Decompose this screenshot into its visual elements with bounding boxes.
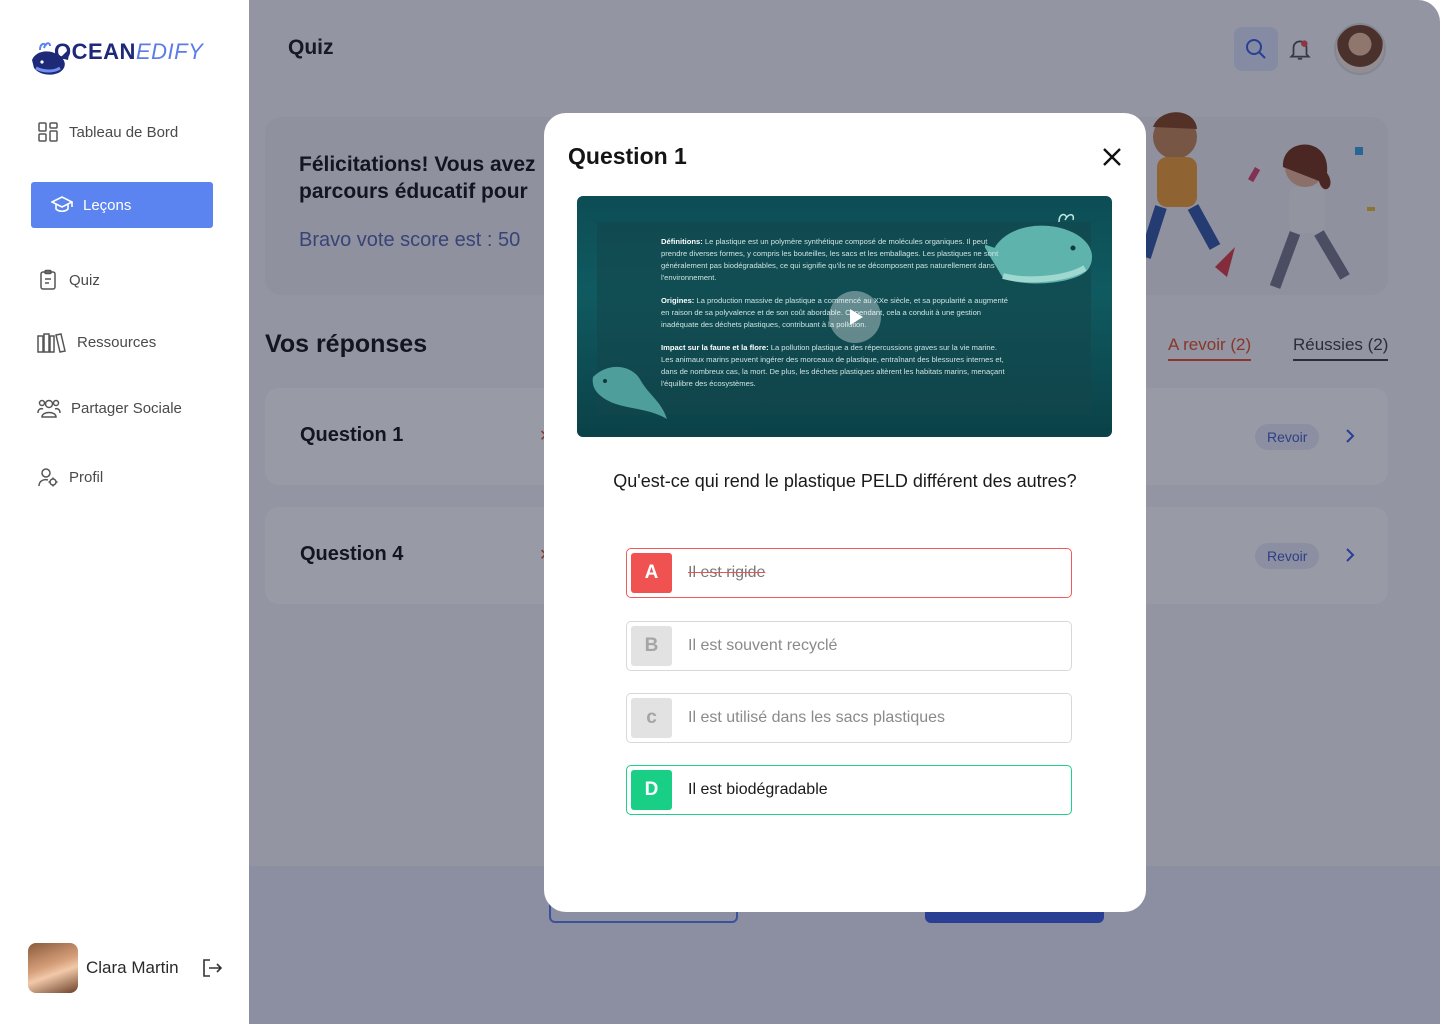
- user-settings-icon: [38, 468, 58, 487]
- play-button[interactable]: [829, 291, 881, 343]
- play-icon: [850, 309, 863, 325]
- option-text: Il est biodégradable: [688, 781, 828, 798]
- lesson-video[interactable]: Définitions: Le plastique est un polymèr…: [577, 196, 1112, 437]
- close-icon[interactable]: [1100, 145, 1124, 169]
- avatar: [28, 943, 78, 993]
- ocean-edify-logo[interactable]: OCEANEDIFY: [30, 32, 203, 84]
- sidebar-item-lecons[interactable]: Leçons: [31, 182, 213, 228]
- option-letter: c: [631, 698, 672, 738]
- sidebar-item-quiz[interactable]: Quiz: [31, 257, 213, 303]
- logo-text: OCEANEDIFY: [54, 39, 203, 65]
- sidebar-item-label: Ressources: [77, 333, 157, 351]
- logo-text-edify: EDIFY: [135, 39, 204, 64]
- sidebar-item-dashboard[interactable]: Tableau de Bord: [31, 109, 213, 155]
- clipboard-icon: [40, 269, 56, 290]
- option-letter: B: [631, 626, 672, 666]
- answer-option-c[interactable]: c Il est utilisé dans les sacs plastique…: [626, 693, 1072, 743]
- dashboard-icon: [38, 122, 58, 142]
- video-paragraph: Impact sur la faune et la flore: La poll…: [661, 342, 1011, 390]
- sidebar: OCEANEDIFY Tableau de Bord Leçons Quiz R…: [0, 0, 249, 1024]
- answer-option-a[interactable]: A Il est rigide: [626, 548, 1072, 598]
- question-text: Qu'est-ce qui rend le plastique PELD dif…: [613, 471, 1077, 491]
- video-paragraph: Définitions: Le plastique est un polymèr…: [661, 236, 1011, 284]
- video-paragraph-title: Impact sur la faune et la flore:: [661, 343, 769, 352]
- users-icon: [37, 399, 61, 418]
- manta-ray-illustration-icon: [592, 366, 667, 419]
- graduation-cap-icon: [51, 196, 73, 213]
- option-letter: D: [631, 770, 672, 810]
- sidebar-item-label: Tableau de Bord: [69, 123, 179, 141]
- option-text: Il est utilisé dans les sacs plastiques: [688, 709, 946, 726]
- user-profile[interactable]: Clara Martin: [28, 943, 179, 993]
- sidebar-item-partager-sociale[interactable]: Partager Sociale: [31, 385, 231, 431]
- answer-option-b[interactable]: B Il est souvent recyclé: [626, 621, 1072, 671]
- sidebar-item-label: Leçons: [83, 196, 132, 214]
- sidebar-item-label: Quiz: [69, 271, 100, 289]
- books-icon: [37, 333, 66, 353]
- option-letter: A: [631, 553, 672, 593]
- answer-option-d[interactable]: D Il est biodégradable: [626, 765, 1072, 815]
- sidebar-item-label: Profil: [69, 468, 104, 486]
- option-text: Il est rigide: [688, 564, 766, 581]
- video-paragraph-body: Le plastique est un polymère synthétique…: [661, 237, 999, 282]
- sidebar-item-profil[interactable]: Profil: [31, 454, 213, 500]
- video-paragraph-title: Origines:: [661, 296, 695, 305]
- logout-icon[interactable]: [200, 956, 224, 980]
- question-modal: Question 1 Définitions: Le plastique est…: [544, 113, 1146, 912]
- user-name: Clara Martin: [86, 958, 179, 977]
- option-text: Il est souvent recyclé: [688, 637, 838, 654]
- sidebar-item-label: Partager Sociale: [71, 399, 182, 417]
- sidebar-item-ressources[interactable]: Ressources: [31, 319, 231, 365]
- logo-text-ocean: OCEAN: [54, 39, 136, 64]
- video-paragraph-title: Définitions:: [661, 237, 703, 246]
- modal-title: Question 1: [568, 143, 687, 169]
